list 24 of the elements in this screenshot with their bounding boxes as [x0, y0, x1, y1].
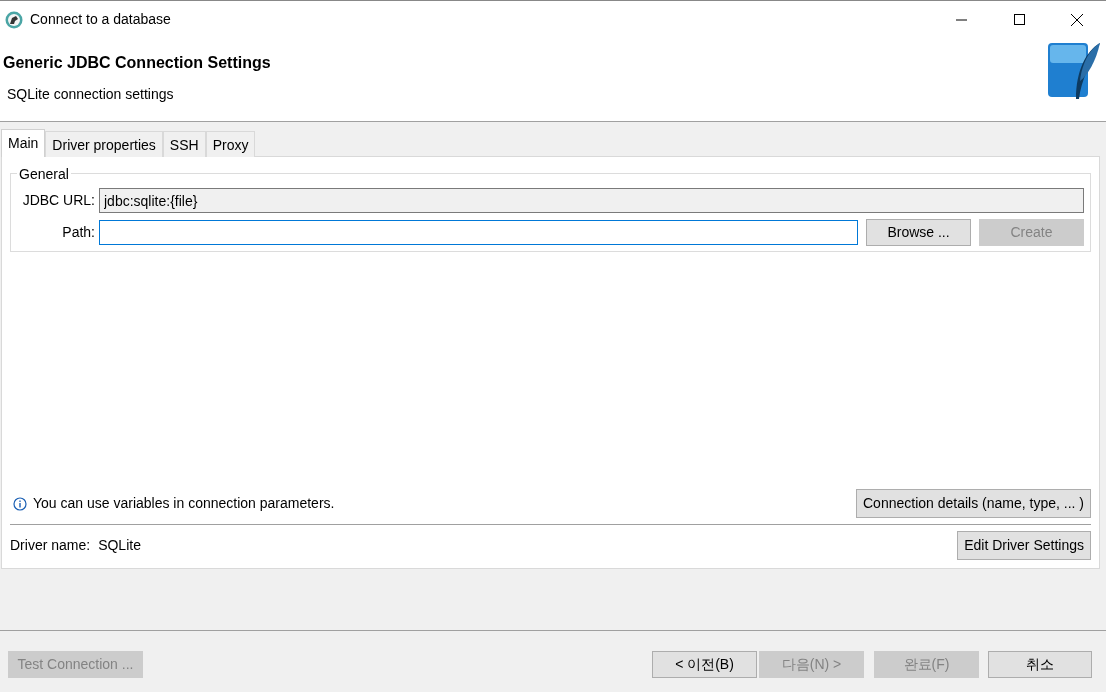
url-field[interactable]: jdbc:sqlite:{file}: [99, 188, 1084, 213]
path-field[interactable]: [99, 220, 858, 245]
info-text: You can use variables in connection parameters.: [33, 494, 335, 513]
driver-label: Driver name:: [10, 536, 91, 555]
tab[interactable]: Proxy: [205, 131, 256, 157]
connection-details-button[interactable]: Connection details (name, type, ... ): [856, 489, 1091, 518]
field-label: Path:: [61, 223, 95, 242]
field-label: JDBC URL:: [21, 191, 95, 210]
tab[interactable]: SSH: [162, 131, 206, 157]
edit-driver-button[interactable]: Edit Driver Settings: [957, 531, 1091, 560]
window-title: Connect to a database: [30, 10, 172, 29]
maximize-icon: [1013, 14, 1025, 25]
driver-name: SQLite: [98, 536, 141, 555]
tab[interactable]: Driver properties: [45, 131, 163, 157]
app-icon: [5, 10, 23, 29]
info-icon: [13, 496, 27, 511]
close-icon: [1071, 13, 1083, 26]
back-button[interactable]: < 이전(B): [652, 651, 757, 678]
cancel-button[interactable]: 취소: [988, 651, 1092, 678]
page-title: Generic JDBC Connection Settings: [2, 53, 271, 73]
feather-logo-icon: [1046, 41, 1102, 101]
tab[interactable]: Main: [1, 129, 46, 157]
page-subtitle: SQLite connection settings: [6, 85, 174, 104]
browse-button[interactable]: Browse ...: [866, 219, 971, 246]
